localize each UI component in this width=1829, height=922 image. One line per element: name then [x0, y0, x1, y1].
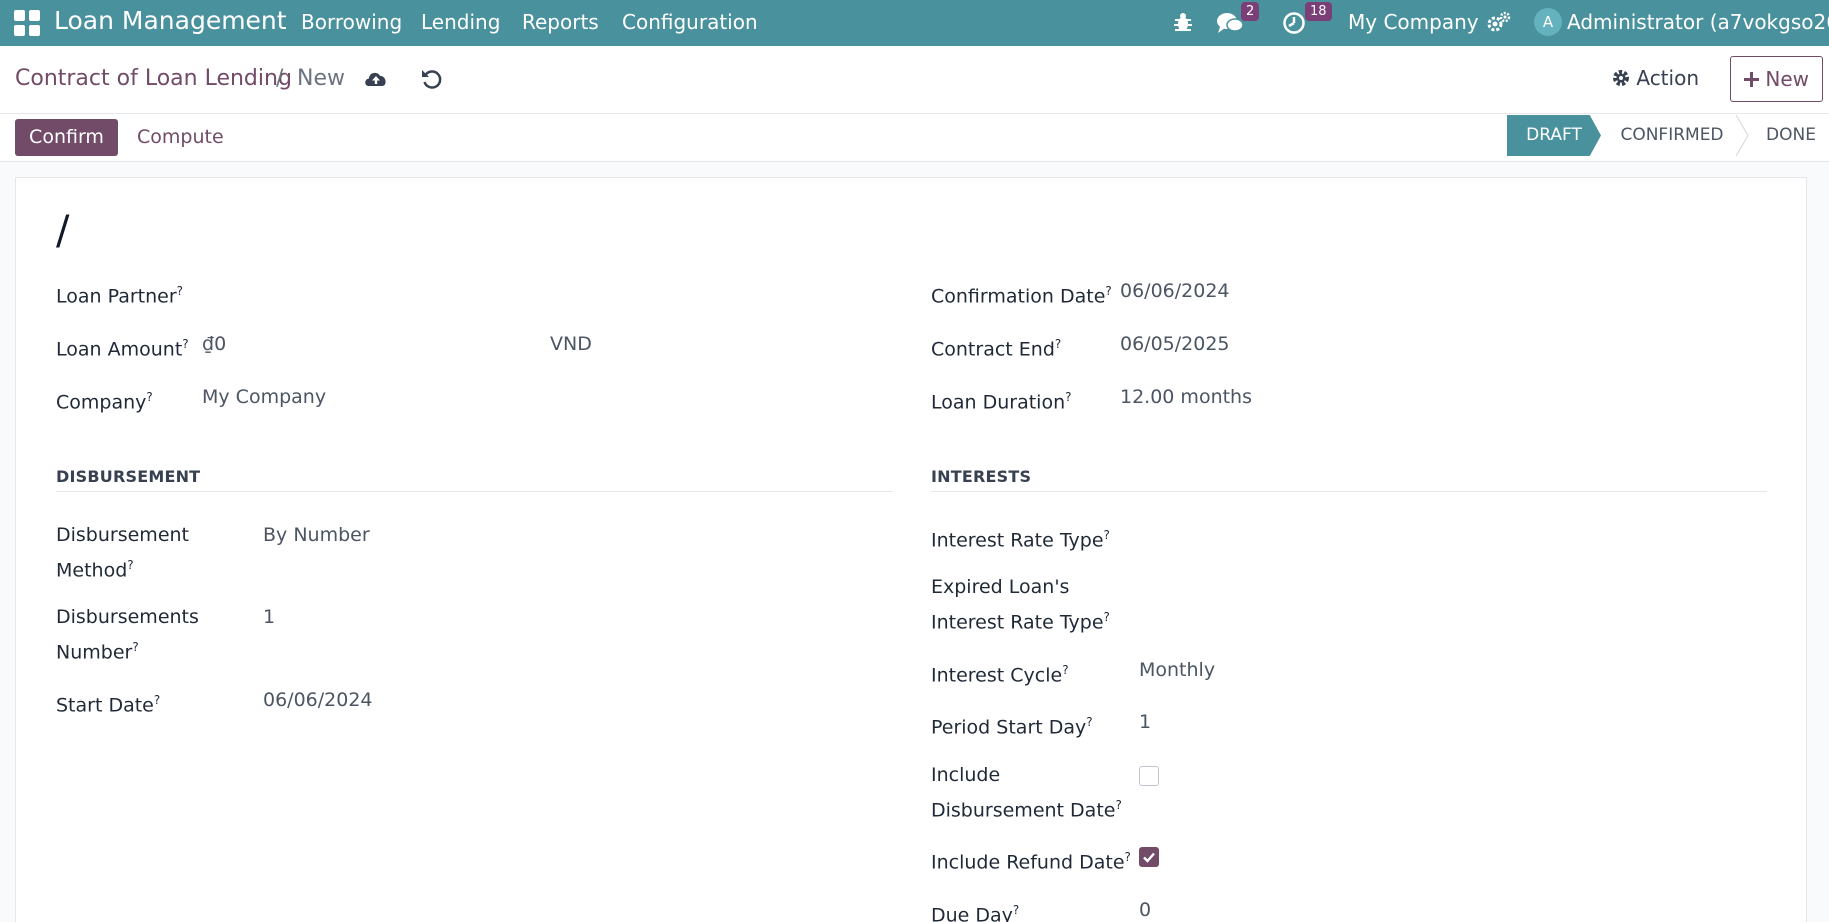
- include-disbursement-date-label: Include Disbursement Date?: [931, 764, 1122, 822]
- record-name[interactable]: /: [56, 208, 69, 254]
- stage-divider: [1735, 115, 1749, 156]
- new-label: New: [1765, 67, 1809, 91]
- loan-duration-field[interactable]: 12.00 months: [1120, 382, 1252, 412]
- period-start-day-field[interactable]: 1: [1139, 707, 1151, 737]
- top-navbar: Loan Management Borrowing Lending Report…: [0, 0, 1829, 46]
- action-label: Action: [1636, 66, 1699, 90]
- undo-icon[interactable]: [420, 66, 444, 92]
- interests-section-title: INTERESTS: [931, 467, 1032, 486]
- period-start-day-label: Period Start Day?: [931, 715, 1093, 739]
- stage-draft[interactable]: DRAFT: [1507, 115, 1601, 156]
- stage-done[interactable]: DONE: [1756, 115, 1826, 156]
- loan-duration-label: Loan Duration?: [931, 390, 1072, 414]
- avatar[interactable]: A: [1534, 8, 1562, 36]
- menu-configuration[interactable]: Configuration: [622, 10, 758, 34]
- check-icon: [1143, 852, 1155, 863]
- gear-icon: [1613, 70, 1629, 86]
- plus-icon: [1744, 72, 1759, 87]
- settings-icon[interactable]: [1487, 11, 1511, 33]
- breadcrumb-separator: /: [276, 66, 284, 91]
- disbursements-number-field[interactable]: 1: [263, 602, 275, 632]
- menu-lending[interactable]: Lending: [421, 10, 500, 34]
- compute-button[interactable]: Compute: [137, 119, 224, 156]
- cloud-upload-icon[interactable]: [363, 66, 389, 92]
- apps-icon[interactable]: [14, 10, 40, 36]
- loan-amount-label: Loan Amount?: [56, 337, 189, 361]
- interest-cycle-field[interactable]: Monthly: [1139, 655, 1215, 685]
- company-label: Company?: [56, 390, 153, 414]
- disbursement-section-title: DISBURSEMENT: [56, 467, 201, 486]
- confirmation-date-field[interactable]: 06/06/2024: [1120, 276, 1230, 306]
- bug-icon[interactable]: [1173, 11, 1193, 33]
- menu-borrowing[interactable]: Borrowing: [301, 10, 402, 34]
- interests-divider: [931, 491, 1767, 492]
- expired-interest-rate-type-label: Expired Loan's Interest Rate Type?: [931, 576, 1110, 634]
- app-title[interactable]: Loan Management: [54, 6, 287, 35]
- status-bar: Confirm Compute DRAFT CONFIRMED DONE: [0, 114, 1829, 162]
- due-day-label: Due Day?: [931, 903, 1020, 922]
- activities-badge: 18: [1305, 2, 1332, 21]
- interest-rate-type-label: Interest Rate Type?: [931, 528, 1110, 552]
- include-refund-date-label: Include Refund Date?: [931, 850, 1131, 874]
- confirm-button[interactable]: Confirm: [15, 119, 118, 156]
- loan-partner-label: Loan Partner?: [56, 284, 184, 308]
- confirmation-date-label: Confirmation Date?: [931, 284, 1112, 308]
- start-date-field[interactable]: 06/06/2024: [263, 685, 373, 715]
- company-field[interactable]: My Company: [202, 382, 326, 412]
- chat-icon[interactable]: [1216, 11, 1244, 35]
- due-day-field[interactable]: 0: [1139, 895, 1151, 922]
- new-button[interactable]: New: [1730, 56, 1823, 102]
- disbursement-method-label: Disbursement Method?: [56, 524, 189, 582]
- disbursement-method-field[interactable]: By Number: [263, 520, 370, 550]
- include-refund-date-checkbox[interactable]: [1139, 847, 1159, 867]
- currency-field[interactable]: VND: [550, 329, 592, 359]
- disbursement-divider: [56, 491, 892, 492]
- menu-reports[interactable]: Reports: [522, 10, 599, 34]
- breadcrumb-current: New: [297, 66, 345, 91]
- start-date-label: Start Date?: [56, 693, 161, 717]
- contract-end-label: Contract End?: [931, 337, 1062, 361]
- action-button[interactable]: Action: [1612, 66, 1699, 90]
- user-menu[interactable]: Administrator (a7vokgso269l): [1567, 10, 1829, 34]
- clock-icon[interactable]: [1282, 11, 1306, 35]
- breadcrumb-parent[interactable]: Contract of Loan Lending: [15, 66, 292, 91]
- stage-confirmed[interactable]: CONFIRMED: [1610, 115, 1734, 156]
- messages-badge: 2: [1241, 2, 1260, 21]
- contract-end-field[interactable]: 06/05/2025: [1120, 329, 1230, 359]
- control-panel: Contract of Loan Lending / New Action Ne…: [0, 46, 1829, 114]
- interest-cycle-label: Interest Cycle?: [931, 663, 1069, 687]
- include-disbursement-date-checkbox[interactable]: [1139, 766, 1159, 786]
- company-switcher[interactable]: My Company: [1348, 10, 1479, 34]
- loan-amount-field[interactable]: ₫0: [202, 329, 226, 359]
- disbursements-number-label: Disbursements Number?: [56, 606, 199, 664]
